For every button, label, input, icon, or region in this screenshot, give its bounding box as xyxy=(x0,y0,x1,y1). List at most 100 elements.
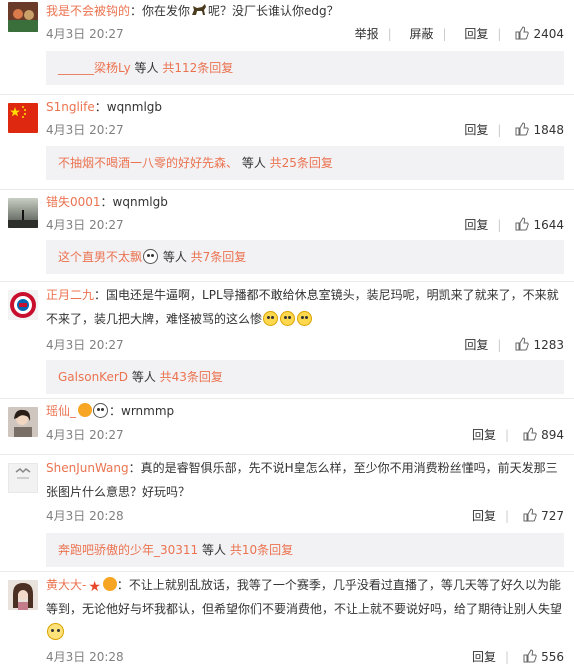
comment-time: 4月3日 20:27 xyxy=(46,27,124,41)
comment-author[interactable]: 我是不会被钩的 xyxy=(46,4,130,18)
comment-content: 正月二九：国电还是牛逼啊，LPL导播都不敢给休息室镜头，装尼玛呢，明凯来了就来了… xyxy=(46,283,564,331)
thread-count[interactable]: 共43条回复 xyxy=(160,370,223,384)
comment-author[interactable]: 错失0001 xyxy=(46,195,101,209)
user-avatar[interactable] xyxy=(8,290,38,320)
user-avatar[interactable] xyxy=(8,198,38,228)
divider: | xyxy=(497,218,502,232)
thread-names[interactable]: GalsonKerD xyxy=(58,370,128,384)
thread-count[interactable]: 共7条回复 xyxy=(191,250,247,264)
thumbs-up-icon[interactable] xyxy=(523,427,537,441)
comment-actions: 举报 | 屏蔽 | 回复 | 2404 xyxy=(341,24,564,44)
reply-button[interactable]: 回复 xyxy=(472,428,496,442)
comment-author[interactable]: 黄大大- xyxy=(46,578,86,592)
comment-item: S1nglife：wqnmlgb 4月3日 20:27 回复 | 1848 不抽烟不… xyxy=(0,95,574,190)
reply-thread-summary[interactable]: 不抽烟不喝酒一八零的好好先森、 等人 共25条回复 xyxy=(46,146,564,180)
comment-text: ：wrnmmp xyxy=(109,404,175,418)
divider: | xyxy=(442,27,447,41)
divider: | xyxy=(505,509,510,523)
like-count: 1848 xyxy=(533,123,564,137)
comment-time: 4月3日 20:27 xyxy=(46,218,124,232)
comment-text: 呢？没厂长谁认你edg？ xyxy=(208,4,339,18)
comment-meta: 4月3日 20:28 回复 | 727 xyxy=(46,506,564,526)
divider: | xyxy=(497,338,502,352)
divider: | xyxy=(497,123,502,137)
smile-emoji-icon xyxy=(263,311,279,326)
comment-meta: 4月3日 20:27 回复 | 1848 xyxy=(46,120,564,140)
divider: | xyxy=(505,428,510,442)
comment-text: ：不让上就别乱放话，我等了一个赛季，几乎没看过直播了，等几天等了好久以为能 xyxy=(116,578,561,592)
thumbs-up-icon[interactable] xyxy=(523,649,537,663)
vip-badge-icon xyxy=(102,577,117,591)
comment-actions: 回复 | 1283 xyxy=(450,335,564,355)
reply-thread-summary[interactable]: 这个直男不太飘 等人 共7条回复 xyxy=(46,240,564,274)
thread-names[interactable]: 这个直男不太飘 xyxy=(58,250,142,264)
comment-item: ShenJunWang：真的是睿智俱乐部，先不说H皇怎么样，至少你不用消费粉丝懂… xyxy=(0,455,574,572)
comment-actions: 回复 | 727 xyxy=(458,506,564,526)
comment-author[interactable]: 瑶仙_ xyxy=(46,404,76,418)
panda-icon xyxy=(93,403,109,418)
divider: | xyxy=(505,650,510,664)
thread-names[interactable]: ______梁杨Ly xyxy=(58,61,131,75)
reply-button[interactable]: 回复 xyxy=(464,218,488,232)
comment-time: 4月3日 20:27 xyxy=(46,338,124,352)
reply-button[interactable]: 回复 xyxy=(464,123,488,137)
reply-thread-summary[interactable]: 奔跑吧骄傲的少年_30311 等人 共10条回复 xyxy=(46,533,564,567)
block-button[interactable]: 屏蔽 xyxy=(410,27,434,41)
comment-time: 4月3日 20:27 xyxy=(46,428,124,442)
comment-text: 等到，无论他好与坏我都认，但希望你们不要消费他，不让上就不要说好吗，给了期待让别… xyxy=(46,602,563,616)
comment-content: ShenJunWang：真的是睿智俱乐部，先不说H皇怎么样，至少你不用消费粉丝懂… xyxy=(46,456,564,504)
sad-emoji-icon xyxy=(47,623,64,640)
reply-button[interactable]: 回复 xyxy=(464,27,488,41)
thread-count[interactable]: 共10条回复 xyxy=(230,543,293,557)
comment-content: S1nglife：wqnmlgb xyxy=(46,96,564,118)
user-avatar[interactable] xyxy=(8,2,38,32)
like-count: 727 xyxy=(541,509,564,523)
user-avatar[interactable] xyxy=(8,580,38,610)
thumbs-up-icon[interactable] xyxy=(515,26,530,40)
comment-text: 张图片什么意思？好玩吗？ xyxy=(46,485,191,499)
vip-badge-icon xyxy=(78,403,93,417)
comment-author[interactable]: S1nglife xyxy=(46,100,95,114)
comment-meta: 4月3日 20:27 举报 | 屏蔽 | 回复 | 2404 xyxy=(46,24,564,44)
star-badge-icon: ★ xyxy=(88,579,101,595)
comment-item: 正月二九：国电还是牛逼啊，LPL导播都不敢给休息室镜头，装尼玛呢，明凯来了就来了… xyxy=(0,282,574,399)
thread-mid: 等人 xyxy=(198,543,230,557)
comment-actions: 回复 | 894 xyxy=(458,425,564,445)
user-avatar[interactable] xyxy=(8,407,38,437)
like-count: 556 xyxy=(541,650,564,664)
reply-button[interactable]: 回复 xyxy=(472,650,496,664)
comment-item: 我是不会被钩的：你在发你 呢？没厂长谁认你edg？ 4月3日 20:27 举报 | … xyxy=(0,0,574,95)
like-count: 1283 xyxy=(533,338,564,352)
comment-author[interactable]: ShenJunWang xyxy=(46,461,129,475)
divider: | xyxy=(497,27,502,41)
thread-mid: 等人 xyxy=(159,250,191,264)
thumbs-up-icon[interactable] xyxy=(515,337,530,351)
comment-actions: 回复 | 556 xyxy=(458,647,564,667)
thread-count[interactable]: 共112条回复 xyxy=(162,61,233,75)
comment-meta: 4月3日 20:27 回复 | 1283 xyxy=(46,335,564,355)
horse-icon xyxy=(190,2,208,16)
reply-button[interactable]: 回复 xyxy=(464,338,488,352)
comment-text: 不来了，装几把大牌，难怪被骂的这么惨 xyxy=(46,312,263,326)
reply-button[interactable]: 回复 xyxy=(472,509,496,523)
comment-time: 4月3日 20:27 xyxy=(46,123,124,137)
like-count: 2404 xyxy=(533,27,564,41)
report-button[interactable]: 举报 xyxy=(355,27,379,41)
thread-names[interactable]: 奔跑吧骄傲的少年_30311 xyxy=(58,543,198,557)
comment-meta: 4月3日 20:27 回复 | 894 xyxy=(46,425,564,445)
thumbs-up-icon[interactable] xyxy=(515,122,530,136)
reply-thread-summary[interactable]: GalsonKerD 等人 共43条回复 xyxy=(46,360,564,394)
user-avatar[interactable] xyxy=(8,103,38,133)
thread-names[interactable]: 不抽烟不喝酒一八零的好好先森、 xyxy=(58,156,238,170)
comment-content: 错失0001：wqnmlgb xyxy=(46,191,564,213)
thumbs-up-icon[interactable] xyxy=(523,508,537,522)
user-avatar[interactable] xyxy=(8,463,38,493)
thread-count[interactable]: 共25条回复 xyxy=(270,156,333,170)
reply-thread-summary[interactable]: ______梁杨Ly 等人 共112条回复 xyxy=(46,51,564,85)
comment-author[interactable]: 正月二九 xyxy=(46,288,94,302)
comment-content: 我是不会被钩的：你在发你 呢？没厂长谁认你edg？ xyxy=(46,0,564,22)
comment-time: 4月3日 20:28 xyxy=(46,509,124,523)
comment-text: ：wqnmlgb xyxy=(100,195,168,209)
comment-meta: 4月3日 20:28 回复 | 556 xyxy=(46,647,564,667)
thumbs-up-icon[interactable] xyxy=(515,217,530,231)
